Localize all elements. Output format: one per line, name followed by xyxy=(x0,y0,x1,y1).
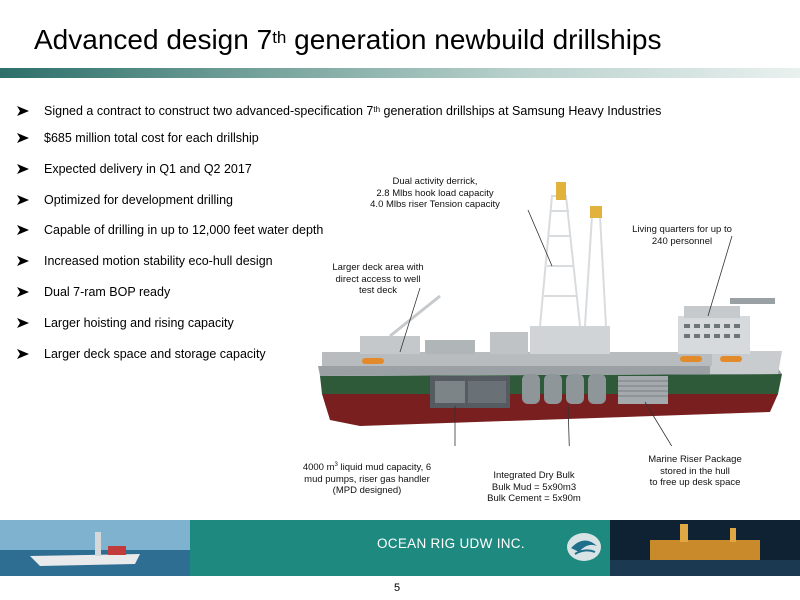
bullet-eco-hull: Increased motion stability eco-hull desi… xyxy=(16,253,273,269)
bullet-cost: $685 million total cost for each drillsh… xyxy=(16,130,259,146)
arrow-bullet-icon xyxy=(17,195,29,205)
bullet-hoisting: Larger hoisting and rising capacity xyxy=(16,315,234,331)
arrow-bullet-icon xyxy=(17,164,29,174)
page-number: 5 xyxy=(394,582,401,594)
bullet-development: Optimized for development drilling xyxy=(16,192,233,208)
drillship-illustration xyxy=(318,182,782,446)
ocean-rig-logo-icon xyxy=(567,533,601,561)
deck-equipment xyxy=(360,336,420,354)
arrow-bullet-icon xyxy=(17,106,29,116)
living-quarters xyxy=(678,298,775,354)
arrow-bullet-icon xyxy=(17,318,29,328)
bullet-bop: Dual 7-ram BOP ready xyxy=(16,284,170,300)
title-divider-bar xyxy=(0,68,800,78)
bullet-deck-space: Larger deck space and storage capacity xyxy=(16,346,266,362)
company-name: OCEAN RIG UDW INC. xyxy=(377,536,525,551)
callout-derrick: Dual activity derrick, 2.8 Mlbs hook load… xyxy=(370,176,500,210)
arrow-bullet-icon xyxy=(17,287,29,297)
bullet-delivery: Expected delivery in Q1 and Q2 2017 xyxy=(16,161,252,177)
slide-title: Advanced design 7th generation newbuild … xyxy=(34,24,662,55)
ship-bow xyxy=(710,351,782,374)
callout-mud-capacity: 4000 m3 liquid mud capacity, 6 mud pumps… xyxy=(302,462,432,497)
arrow-bullet-icon xyxy=(17,349,29,359)
callout-living-quarters: Living quarters for up to 240 personnel xyxy=(632,224,732,247)
bullet-contract: Signed a contract to construct two advan… xyxy=(16,103,661,119)
drill-floor xyxy=(530,326,610,354)
arrow-bullet-icon xyxy=(17,225,29,235)
callout-dry-bulk: Integrated Dry Bulk Bulk Mud = 5x90m3 Bulk… xyxy=(487,470,581,504)
callout-deck-area: Larger deck area with direct access to we… xyxy=(332,262,424,296)
arrow-bullet-icon xyxy=(17,133,29,143)
arrow-bullet-icon xyxy=(17,256,29,266)
footer-photo-rig-night xyxy=(610,520,800,576)
callout-riser-package: Marine Riser Package stored in the hull to… xyxy=(648,454,742,488)
crane xyxy=(389,294,441,338)
riser-storage xyxy=(618,376,668,404)
bullet-water-depth: Capable of drilling in up to 12,000 feet… xyxy=(16,222,323,238)
footer-photo-drillship xyxy=(0,520,190,576)
